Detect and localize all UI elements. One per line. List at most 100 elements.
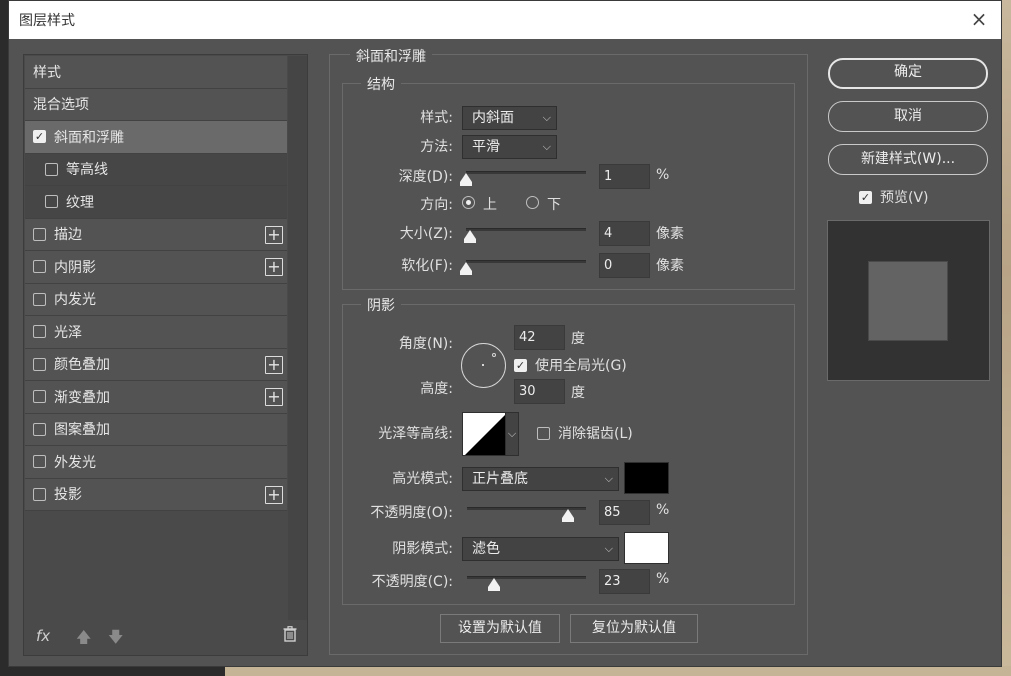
structure-group: 结构 样式: 内斜面 ⌵ 方法: 平滑 ⌵ 深度(D): 1 % 方向: 上 下 大…	[342, 74, 795, 290]
add-effect-icon[interactable]: +	[265, 485, 283, 504]
style-item[interactable]: 描边 +	[25, 218, 287, 251]
shading-group: 阴影 角度(N): 42 度 ✓ 使用全局光(G) 高度: 30 度 光泽等高线…	[342, 295, 795, 605]
style-checkbox[interactable]	[33, 487, 46, 501]
soften-input[interactable]: 0	[599, 253, 650, 278]
highlight-opacity-label: 不透明度(O):	[370, 505, 453, 521]
style-checkbox[interactable]	[45, 195, 58, 209]
highlight-color-swatch[interactable]	[624, 462, 669, 494]
add-effect-icon[interactable]: +	[265, 355, 283, 374]
bevel-style-select[interactable]: 内斜面 ⌵	[462, 106, 557, 130]
direction-down-radio[interactable]	[526, 196, 539, 209]
style-item-label: 投影	[54, 487, 82, 504]
shadow-opacity-slider[interactable]	[467, 576, 586, 579]
style-item[interactable]: 内发光	[25, 283, 287, 316]
style-item[interactable]: 颜色叠加 +	[25, 348, 287, 381]
style-checkbox[interactable]: ✓	[33, 130, 46, 144]
size-slider[interactable]	[466, 228, 586, 231]
shadow-mode-label: 阴影模式:	[392, 541, 453, 557]
fx-icon[interactable]: fx	[36, 627, 50, 645]
style-item[interactable]: 光泽	[25, 316, 287, 349]
highlight-opacity-slider-thumb[interactable]	[562, 509, 575, 522]
styles-list: 样式混合选项 ✓ 斜面和浮雕 等高线 纹理 描边 + 内阴影 + 内发光 光泽颜色叠加 + 渐变叠加 + 图…	[25, 56, 287, 511]
altitude-label: 高度:	[420, 381, 453, 397]
angle-input[interactable]: 42	[514, 325, 565, 350]
altitude-input[interactable]: 30	[514, 379, 565, 404]
shadow-opacity-slider-thumb[interactable]	[488, 578, 501, 591]
highlight-mode-select[interactable]: 正片叠底 ⌵	[462, 467, 619, 491]
style-checkbox[interactable]	[33, 227, 46, 241]
gloss-contour-swatch[interactable]	[462, 412, 506, 456]
reset-default-button[interactable]: 复位为默认值	[570, 614, 698, 643]
highlight-opacity-unit: %	[656, 502, 670, 518]
style-item[interactable]: 混合选项	[25, 88, 287, 121]
style-label: 样式:	[420, 110, 453, 126]
size-label: 大小(Z):	[399, 226, 453, 242]
style-checkbox[interactable]	[33, 260, 46, 274]
arrow-up-icon[interactable]: 🡅	[76, 627, 91, 652]
soften-unit: 像素	[656, 258, 684, 274]
depth-input[interactable]: 1	[599, 164, 650, 189]
style-checkbox[interactable]	[33, 390, 46, 404]
chevron-down-icon: ⌵	[604, 472, 613, 485]
make-default-button[interactable]: 设置为默认值	[440, 614, 560, 643]
soften-slider[interactable]	[466, 260, 586, 263]
shadow-opacity-input[interactable]: 23	[599, 569, 650, 594]
depth-slider-thumb[interactable]	[460, 173, 472, 186]
depth-label: 深度(D):	[398, 169, 453, 185]
chevron-down-icon: ⌵	[542, 111, 551, 124]
chevron-down-icon[interactable]: ⌵	[505, 412, 519, 456]
style-item[interactable]: 等高线	[25, 153, 287, 186]
dial-handle-icon[interactable]	[492, 353, 496, 357]
arrow-down-icon[interactable]: 🡇	[108, 627, 123, 652]
style-item[interactable]: 内阴影 +	[25, 251, 287, 284]
new-style-button[interactable]: 新建样式(W)...	[828, 144, 988, 175]
style-item[interactable]: 样式	[25, 56, 287, 89]
soften-slider-thumb[interactable]	[460, 262, 472, 275]
preview-label: 预览(V)	[880, 190, 929, 206]
style-checkbox[interactable]	[45, 162, 58, 176]
preview-checkbox[interactable]: ✓	[859, 191, 872, 204]
style-checkbox[interactable]	[33, 325, 46, 339]
direction-label: 方向:	[420, 197, 453, 213]
style-item-label: 内阴影	[54, 259, 96, 276]
ok-button[interactable]: 确定	[828, 58, 988, 89]
styles-scrollbar[interactable]	[288, 56, 307, 620]
style-item[interactable]: 图案叠加	[25, 413, 287, 446]
size-slider-thumb[interactable]	[463, 230, 476, 243]
bevel-emboss-panel: 斜面和浮雕 结构 样式: 内斜面 ⌵ 方法: 平滑 ⌵ 深度(D): 1 % 方向:…	[329, 46, 808, 655]
style-item[interactable]: 外发光	[25, 446, 287, 479]
style-item[interactable]: 渐变叠加 +	[25, 381, 287, 414]
angle-dial[interactable]	[461, 343, 506, 388]
altitude-unit: 度	[571, 385, 585, 401]
style-checkbox[interactable]	[33, 455, 46, 469]
style-checkbox[interactable]	[33, 292, 46, 306]
style-item-label: 颜色叠加	[54, 357, 110, 374]
direction-up-radio[interactable]	[462, 196, 475, 209]
global-light-checkbox[interactable]: ✓	[514, 359, 527, 372]
style-item-label: 渐变叠加	[54, 389, 110, 406]
shadow-color-swatch[interactable]	[624, 532, 669, 564]
layer-style-dialog: 图层样式 × 样式 混合选项 ✓ 斜面和浮雕 等高线 纹理 描边 + 内阴影 + 内发光 光泽 颜色叠加…	[8, 0, 1002, 667]
size-input[interactable]: 4	[599, 221, 650, 246]
styles-footer: fx 🡅 🡇	[24, 619, 307, 655]
trash-icon[interactable]	[283, 626, 297, 646]
technique-select[interactable]: 平滑 ⌵	[462, 135, 557, 159]
style-checkbox[interactable]	[33, 357, 46, 371]
style-item[interactable]: 投影 +	[25, 478, 287, 511]
highlight-opacity-input[interactable]: 85	[599, 500, 650, 525]
window-title: 图层样式	[19, 13, 75, 29]
cancel-button[interactable]: 取消	[828, 101, 988, 132]
style-checkbox[interactable]	[33, 422, 46, 436]
add-effect-icon[interactable]: +	[265, 258, 283, 276]
background-texture	[1001, 0, 1011, 676]
add-effect-icon[interactable]: +	[265, 388, 283, 406]
style-item[interactable]: ✓ 斜面和浮雕	[25, 121, 287, 154]
style-item[interactable]: 纹理	[25, 186, 287, 219]
depth-slider[interactable]	[466, 171, 586, 174]
style-item-label: 混合选项	[33, 97, 89, 114]
close-icon[interactable]: ×	[969, 9, 989, 29]
add-effect-icon[interactable]: +	[265, 225, 283, 244]
style-item-label: 外发光	[54, 454, 96, 471]
anti-alias-checkbox[interactable]	[537, 427, 550, 440]
shadow-mode-select[interactable]: 滤色 ⌵	[462, 537, 619, 561]
